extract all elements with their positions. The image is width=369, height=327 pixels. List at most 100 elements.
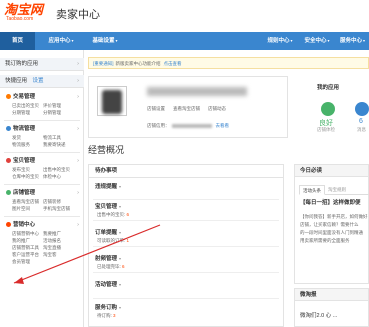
sidebar-link[interactable]: 评价管理 xyxy=(43,102,74,109)
news-item[interactable]: 【你问我答】新手开店，如何做好 xyxy=(300,213,368,220)
todo-section-title[interactable]: 服务订购 ▾ xyxy=(89,303,283,312)
group-title-label: 营销中心 xyxy=(13,222,36,228)
shop-name-redacted xyxy=(147,87,247,96)
sidebar-link[interactable]: 分期管理 xyxy=(12,109,43,116)
sidebar-link[interactable]: 出售中的宝贝 xyxy=(43,166,74,173)
header: 淘宝网 Taobao.com 卖家中心 xyxy=(0,0,369,32)
sidebar-link[interactable]: 图片空间 xyxy=(12,205,43,212)
sidebar-link[interactable]: 会员管理 xyxy=(12,258,43,265)
chevron-down-icon: ▾ xyxy=(119,256,122,261)
todo-title: 待办事项 xyxy=(89,165,283,178)
my-apps-title: 我的应用 xyxy=(317,85,340,91)
shop-link[interactable]: 店铺动态 xyxy=(208,106,226,111)
chevron-right-icon: › xyxy=(77,222,79,228)
sidebar-link[interactable]: 查看淘宝店铺 xyxy=(12,198,43,205)
group-title[interactable]: 交易管理 › xyxy=(0,92,84,102)
nav-home[interactable]: 首页 xyxy=(0,32,35,50)
sidebar-quick-apps: 快捷应用 设置 › xyxy=(0,75,84,88)
group-title[interactable]: 物流管理 › xyxy=(0,124,84,134)
todo-line-text: 可读取的订单: xyxy=(97,238,127,243)
todo-line[interactable]: 出售中的宝贝: 6 xyxy=(89,211,283,218)
todo-line-text: 出售中的宝贝: xyxy=(97,212,127,217)
nav-security-center[interactable]: 安全中心▾ xyxy=(300,32,334,50)
chevron-down-icon: ▾ xyxy=(119,282,122,287)
headline-link[interactable]: 【每日一招】这样做即便 xyxy=(300,198,368,206)
sidebar-link[interactable]: 仓库中的宝贝 xyxy=(12,173,43,180)
sidebar-link[interactable]: 客户运营平台 xyxy=(12,251,43,258)
todo-section-title[interactable]: 宝贝管理 ▾ xyxy=(89,202,283,211)
todo-section-title[interactable]: 射频管理 ▾ xyxy=(89,254,283,263)
sidebar-link[interactable]: 手机淘宝店铺 xyxy=(43,205,74,212)
group-title-label: 店铺管理 xyxy=(13,190,36,196)
sidebar-link[interactable]: 淘宝直播 xyxy=(43,244,74,251)
quick-apps-setting-link[interactable]: 设置 xyxy=(33,78,44,84)
todo-section: 活动管理 ▾ xyxy=(89,280,283,296)
sidebar-my-apps[interactable]: 我订购的应用 › xyxy=(0,58,84,71)
sidebar-link[interactable]: 物流工具 xyxy=(43,134,74,141)
sidebar-link[interactable]: 分销管理 xyxy=(43,109,74,116)
sidebar-link[interactable]: 物流服务 xyxy=(12,141,43,148)
divider xyxy=(4,216,80,217)
goods-icon xyxy=(6,158,11,164)
todo-line[interactable]: 已处理完毕: 6 xyxy=(89,263,283,270)
shop-link[interactable]: 店铺设置 xyxy=(147,106,165,111)
todo-line[interactable] xyxy=(89,289,283,296)
chevron-down-icon: ▾ xyxy=(290,38,293,43)
nav-rules-center[interactable]: 规则中心▾ xyxy=(262,32,298,50)
todo-section-title[interactable]: 活动管理 ▾ xyxy=(89,280,283,289)
redacted-bar xyxy=(171,123,212,128)
sidebar-link[interactable]: 店铺营销中心 xyxy=(12,230,43,237)
nav-home-label: 首页 xyxy=(11,38,23,44)
sidebar-link[interactable]: 我的推广 xyxy=(12,237,43,244)
nav-app-center[interactable]: 应用中心▾ xyxy=(40,32,82,50)
nav-basic-settings[interactable]: 基础设置▾ xyxy=(84,32,126,50)
todo-section-label: 订单提醒 xyxy=(95,230,118,236)
sidebar-link[interactable]: 已卖出的宝贝 xyxy=(12,102,43,109)
sidebar-group-trade: 交易管理 › 已卖出的宝贝 评价管理 分期管理 分销管理 xyxy=(0,92,84,116)
sidebar-link[interactable]: 我要推广 xyxy=(43,230,74,237)
news-item[interactable]: 店铺，让买家信赖？需要什么 xyxy=(300,221,368,228)
todo-line[interactable]: 待订购: 3 xyxy=(89,312,283,319)
sidebar-link[interactable]: 发货 xyxy=(12,134,43,141)
divider xyxy=(93,199,279,200)
sidebar-link[interactable]: 我要寄快递 xyxy=(43,141,74,148)
message-icon[interactable] xyxy=(355,102,369,116)
sidebar-link[interactable]: 发布宝贝 xyxy=(12,166,43,173)
todo-section-label: 服务订购 xyxy=(95,305,118,311)
sidebar-link[interactable]: 体检中心 xyxy=(43,173,74,180)
shop-meta-link[interactable]: 去看看 xyxy=(216,123,230,128)
notice-link[interactable]: 点击查看 xyxy=(164,61,182,66)
todo-section-title[interactable]: 订单提醒 ▾ xyxy=(89,228,283,237)
sidebar-my-apps-label: 我订购的应用 xyxy=(5,61,39,67)
todo-count: 6 xyxy=(126,212,130,217)
logistics-icon xyxy=(6,126,11,132)
avatar[interactable] xyxy=(97,86,127,116)
todo-line[interactable]: 可读取的订单: 1 xyxy=(89,237,283,244)
sidebar-link[interactable]: 活动报名 xyxy=(43,237,74,244)
todo-section-title[interactable]: 违规提醒 ▾ xyxy=(89,182,283,191)
chevron-right-icon: › xyxy=(77,94,79,100)
group-title-label: 交易管理 xyxy=(13,94,36,100)
shop-link[interactable]: 查看淘宝店铺 xyxy=(173,106,200,111)
sidebar-link[interactable]: 店铺装修 xyxy=(43,198,74,205)
marketing-icon xyxy=(6,222,11,228)
sidebar-group-logistics: 物流管理 › 发货 物流工具 物流服务 我要寄快递 xyxy=(0,124,84,148)
chevron-down-icon: ▾ xyxy=(119,204,122,209)
nav-service-center[interactable]: 服务中心▾ xyxy=(336,32,369,50)
chevron-right-icon: › xyxy=(77,190,79,196)
todo-line[interactable] xyxy=(89,191,283,198)
sidebar-link[interactable]: 店铺营销工具 xyxy=(12,244,43,251)
group-title[interactable]: 店铺管理 › xyxy=(0,188,84,198)
group-title[interactable]: 宝贝管理 › xyxy=(0,156,84,166)
group-title[interactable]: 营销中心 › xyxy=(0,220,84,230)
chevron-right-icon: › xyxy=(77,126,79,132)
shop-meta-label: 店铺信用： xyxy=(147,123,170,128)
health-check-icon[interactable] xyxy=(321,102,335,116)
tab-rules[interactable]: 淘宝规则 xyxy=(325,185,349,195)
taobao-logo[interactable]: 淘宝网 Taobao.com xyxy=(4,3,43,22)
news-item[interactable]: 用卖家所需要的全面服务 xyxy=(300,237,368,244)
tab-activity[interactable]: 活动头条 xyxy=(299,185,325,195)
news-item[interactable]: 的一段时间里面没有人门到精通 xyxy=(300,229,368,236)
weitao-body[interactable]: 微淘们2.0 心 ... xyxy=(300,311,337,319)
sidebar-link[interactable]: 淘宝客 xyxy=(43,251,74,258)
